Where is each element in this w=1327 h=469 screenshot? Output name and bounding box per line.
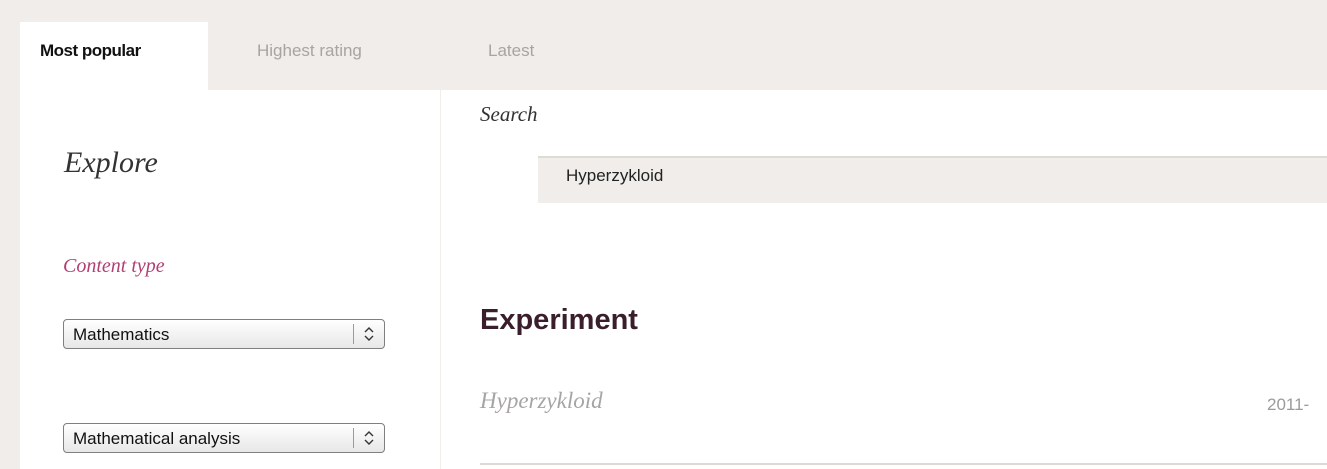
- content-type-select-value: Mathematics: [73, 325, 170, 344]
- search-input[interactable]: [538, 156, 1327, 203]
- content-type-label: Content type: [63, 255, 165, 277]
- main-content: Search Experiment Hyperzykloid 2011-: [441, 90, 1327, 469]
- sort-tabs: Most popular Highest rating Latest: [0, 0, 1327, 90]
- explore-sidebar: Explore Content type Mathematics Mathema…: [20, 90, 440, 469]
- result-title-link[interactable]: Hyperzykloid: [480, 388, 603, 414]
- result-date: 2011-: [1267, 395, 1310, 414]
- subject-select[interactable]: Mathematical analysis: [63, 423, 385, 453]
- select-separator: [353, 324, 354, 344]
- search-label: Search: [480, 102, 538, 126]
- tab-most-popular[interactable]: Most popular: [20, 22, 208, 90]
- tab-highest-rating[interactable]: Highest rating: [257, 22, 362, 90]
- chevron-up-down-icon: [364, 431, 374, 445]
- tab-latest[interactable]: Latest: [488, 22, 534, 90]
- section-heading: Experiment: [480, 304, 638, 336]
- result-divider: [480, 463, 1327, 465]
- subject-select-value: Mathematical analysis: [73, 429, 241, 448]
- chevron-up-down-icon: [364, 327, 374, 341]
- content-type-select[interactable]: Mathematics: [63, 319, 385, 349]
- select-separator: [353, 428, 354, 448]
- explore-title: Explore: [64, 146, 158, 179]
